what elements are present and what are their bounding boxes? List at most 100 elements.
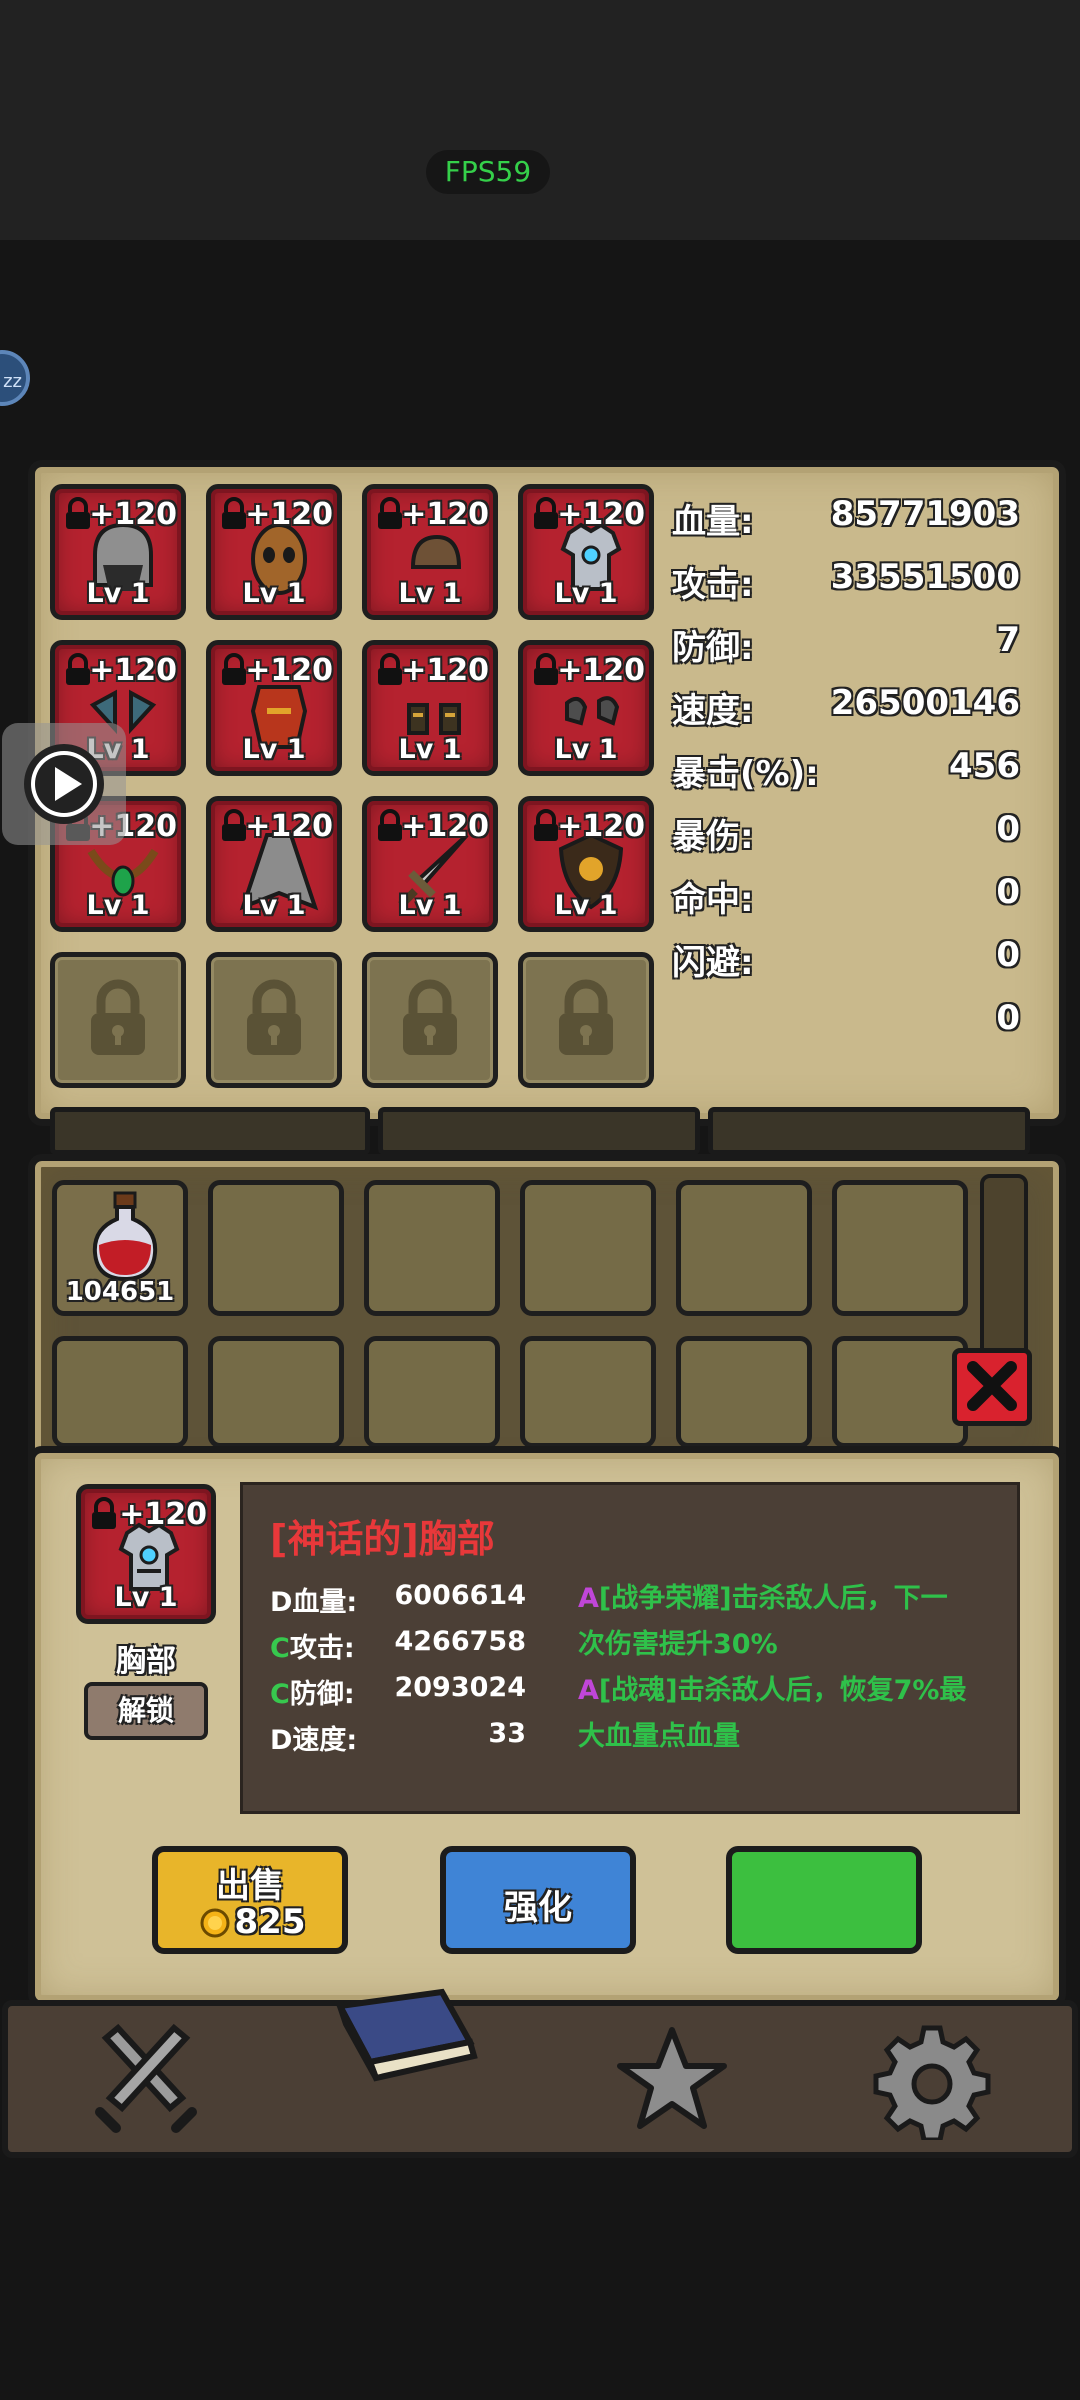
item-level: Lv 1 [554,734,618,765]
red-potion-icon [92,1191,158,1282]
padlock-icon [403,979,457,1055]
inventory-slot[interactable] [364,1336,500,1448]
stat-label: 防御: [289,1679,355,1710]
skill-grade: A [578,1583,599,1614]
stat-value: 0 [996,998,1020,1038]
equipment-slot[interactable]: +120 Lv 1 [362,640,498,776]
enhance-level: +120 [401,653,489,688]
skill-text: 次伤害提升30% [578,1629,778,1660]
item-level: Lv 1 [398,578,462,609]
equipment-slot[interactable]: +120 Lv 1 [518,640,654,776]
item-title: [神话的]胸部 [270,1517,495,1561]
stat-label: 暴伤: [672,817,754,857]
crossed-swords-icon[interactable] [86,2020,206,2140]
tab-3[interactable] [708,1107,1030,1155]
stat-label: 闪避: [672,943,754,983]
sleep-bubble-button[interactable]: zz [0,350,30,406]
equipment-slot[interactable]: +120 Lv 1 [362,796,498,932]
enhance-level: +120 [557,653,645,688]
locked-slot[interactable] [362,952,498,1088]
slot-name-label: 胸部 [116,1644,176,1679]
tab-1[interactable] [50,1107,370,1155]
stat-grade: C [270,1679,290,1710]
upgrade-button[interactable]: 强化 [440,1846,636,1954]
stat-grade: D [270,1725,293,1756]
inventory-slot[interactable] [676,1336,812,1448]
enhance-level: +120 [245,809,333,844]
skill-text: [战争荣耀]击杀敌人后，下一 [598,1583,948,1614]
stat-label: 速度: [672,691,754,731]
gear-icon[interactable] [872,2020,992,2140]
enhance-level: +120 [89,497,177,532]
inventory-slot[interactable] [520,1180,656,1316]
item-level: Lv 1 [554,890,618,921]
equipment-slot[interactable]: +120 Lv 1 [206,484,342,620]
inventory-scrollbar[interactable] [980,1174,1028,1370]
unlock-button[interactable]: 解锁 [84,1682,208,1740]
detail-stat-row: C攻击: 4266758 [270,1626,526,1665]
stat-value: 0 [996,935,1020,975]
fps-counter: FPS59 [426,150,550,194]
equipment-slot[interactable]: +120 Lv 1 [518,796,654,932]
locked-slot[interactable] [206,952,342,1088]
play-video-button[interactable] [2,723,126,845]
inventory-slot[interactable] [52,1336,188,1448]
inventory-slot[interactable] [208,1336,344,1448]
play-icon [24,744,104,824]
detail-stat-row: C防御: 2093024 [270,1672,526,1711]
inventory-slot[interactable] [832,1180,968,1316]
enhance-level: +120 [245,653,333,688]
enhance-level: +120 [89,653,177,688]
padlock-icon [247,979,301,1055]
upgrade-button-label: 强化 [504,1888,572,1928]
book-icon[interactable] [330,1984,480,2094]
stat-value: 26500146 [830,683,1020,723]
stat-label: 防御: [672,628,754,668]
padlock-icon [91,979,145,1055]
close-icon [967,1361,1017,1411]
inventory-slot[interactable] [208,1180,344,1316]
item-level: Lv 1 [242,578,306,609]
equipment-slot[interactable]: +120 Lv 1 [50,484,186,620]
stat-value: 7 [996,620,1020,660]
locked-slot[interactable] [518,952,654,1088]
equipment-slot[interactable]: +120 Lv 1 [518,484,654,620]
enhance-level: +120 [557,497,645,532]
tab-2[interactable] [378,1107,700,1155]
sell-price: 825 [234,1902,306,1942]
skill-description-line: 次伤害提升30% [578,1622,778,1668]
stat-value: 85771903 [830,494,1020,534]
stat-value: 4266758 [394,1626,526,1657]
stat-label: 命中: [672,880,754,920]
skill-text: [战魂]击杀敌人后，恢复7%最 [598,1675,967,1706]
close-button[interactable] [952,1348,1032,1426]
inventory-slot[interactable] [364,1180,500,1316]
inventory-slot[interactable] [520,1336,656,1448]
selected-item-slot: +120 Lv 1 [76,1484,216,1624]
stat-label: 攻击: [672,565,754,605]
stat-label: 血量: [672,502,754,542]
equipment-slot[interactable]: +120 Lv 1 [206,796,342,932]
stat-value: 2093024 [394,1672,526,1703]
star-icon[interactable] [612,2020,732,2140]
enhance-level: +120 [557,809,645,844]
locked-slot[interactable] [50,952,186,1088]
enhance-level: +120 [401,809,489,844]
inventory-slot[interactable] [676,1180,812,1316]
skill-grade: A [578,1675,599,1706]
equipment-slot[interactable]: +120 Lv 1 [362,484,498,620]
green-action-button[interactable] [726,1846,922,1954]
skill-description-line: A[战争荣耀]击杀敌人后，下一 [578,1576,948,1622]
stat-label: 速度: [292,1725,358,1756]
sell-button-label: 出售 [216,1866,284,1906]
enhance-level: +120 [401,497,489,532]
inventory-slot[interactable] [832,1336,968,1448]
stat-label: 血量: [292,1587,358,1618]
status-bar [0,0,1080,240]
selected-item-level: Lv 1 [114,1582,178,1613]
inventory-slot[interactable]: 104651 [52,1180,188,1316]
equipment-slot[interactable]: +120 Lv 1 [206,640,342,776]
stat-value: 6006614 [394,1580,526,1611]
item-level: Lv 1 [242,734,306,765]
sell-button[interactable]: 出售 825 [152,1846,348,1954]
